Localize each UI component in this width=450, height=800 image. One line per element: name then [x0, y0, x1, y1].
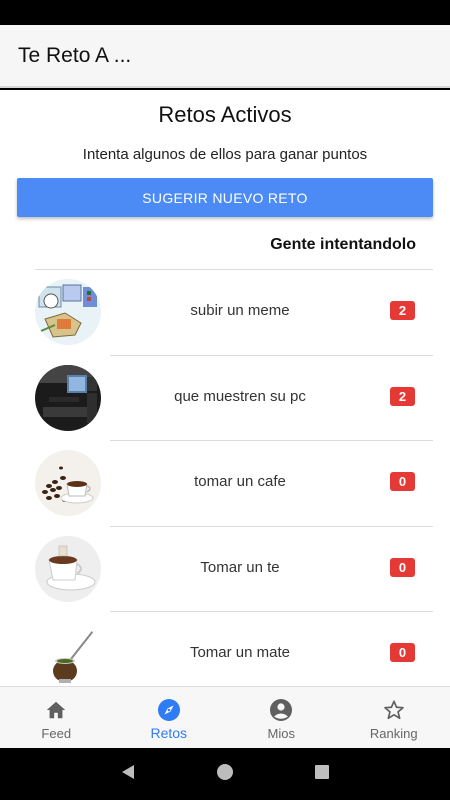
list-divider: [35, 269, 433, 270]
list-divider: [110, 611, 433, 612]
challenge-item-pc[interactable]: que muestren su pc 2: [0, 354, 450, 441]
column-header: Gente intentandolo: [270, 236, 416, 253]
tab-mios[interactable]: Mios: [225, 687, 338, 748]
list-divider: [110, 440, 433, 441]
home-icon: [43, 697, 69, 723]
main-content: Retos Activos Intenta algunos de ellos p…: [0, 90, 450, 686]
participant-count-badge: 2: [390, 301, 415, 320]
challenge-list: subir un meme 2 que muestren su pc 2 tom…: [0, 269, 450, 686]
coffee-thumbnail: [35, 450, 101, 516]
back-icon[interactable]: [119, 763, 137, 786]
bottom-tab-bar: Feed Retos Mios Ranking: [0, 686, 450, 748]
page-title: Retos Activos: [158, 102, 292, 127]
mate-thumbnail: [35, 621, 101, 686]
page-subtitle: Intenta algunos de ellos para ganar punt…: [82, 146, 368, 163]
pc-thumbnail: [35, 364, 101, 431]
app-title: Te Reto A ...: [18, 43, 132, 67]
tea-thumbnail: [35, 535, 101, 602]
system-navigation-bar: [0, 748, 450, 800]
tab-feed[interactable]: Feed: [0, 687, 113, 748]
participant-count-badge: 0: [390, 557, 415, 577]
challenge-item-meme[interactable]: subir un meme 2: [0, 269, 450, 355]
suggest-challenge-button[interactable]: SUGERIR NUEVO RETO: [17, 178, 433, 217]
tab-label: Feed: [41, 726, 72, 741]
challenge-label: subir un meme: [190, 302, 290, 319]
list-divider: [110, 525, 433, 527]
recents-icon[interactable]: [313, 763, 331, 786]
challenge-label: que muestren su pc: [174, 387, 306, 405]
compass-icon: [156, 697, 182, 723]
star-icon: [381, 697, 407, 723]
challenge-label: Tomar un te: [200, 558, 280, 576]
app-bar: Te Reto A ...: [0, 25, 450, 88]
challenge-item-mate[interactable]: Tomar un mate 0: [0, 611, 450, 686]
account-circle-icon: [268, 697, 294, 723]
challenge-item-tea[interactable]: Tomar un te 0: [0, 525, 450, 612]
tab-label: Mios: [267, 726, 295, 741]
participant-count-badge: 0: [390, 643, 415, 662]
tab-label: Retos: [150, 725, 188, 741]
tab-label: Ranking: [369, 726, 418, 741]
participant-count-badge: 0: [390, 472, 415, 491]
tab-ranking[interactable]: Ranking: [338, 687, 450, 748]
home-button-icon[interactable]: [216, 763, 234, 786]
challenge-label: Tomar un mate: [189, 644, 291, 661]
status-bar: [0, 0, 450, 25]
challenge-item-coffee[interactable]: tomar un cafe 0: [0, 440, 450, 526]
tab-retos[interactable]: Retos: [113, 687, 226, 748]
list-divider: [110, 354, 433, 356]
challenge-label: tomar un cafe: [194, 473, 286, 490]
meme-thumbnail: [35, 279, 101, 345]
participant-count-badge: 2: [390, 386, 415, 406]
